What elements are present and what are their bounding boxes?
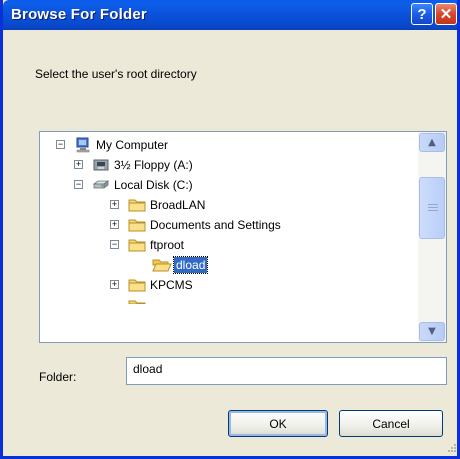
tree-item-label: KPCMS <box>150 278 193 292</box>
folder-input[interactable]: dload <box>126 357 447 385</box>
tree-item-label: My Computer <box>96 138 169 152</box>
tree-item-label: Local Disk (C:) <box>114 178 193 192</box>
tree-item-ftproot[interactable]: − ftproot <box>40 235 418 255</box>
collapse-icon[interactable]: − <box>110 240 119 249</box>
ok-button[interactable]: OK <box>228 410 328 437</box>
tree-item-label: dload <box>172 256 209 274</box>
cancel-button[interactable]: Cancel <box>339 410 443 437</box>
folder-tree[interactable]: − My Computer + 3½ Floppy (A:) − Local D… <box>39 131 447 343</box>
collapse-icon[interactable]: − <box>74 180 83 189</box>
grip-line <box>428 204 438 205</box>
dialog-prompt: Select the user's root directory <box>35 67 197 81</box>
expand-icon[interactable]: + <box>110 220 119 229</box>
folder-icon <box>128 237 146 253</box>
resize-grip-icon[interactable] <box>443 440 457 454</box>
chevron-up-icon: ▲ <box>428 137 436 148</box>
tree-item-label: Documents and Settings <box>150 218 281 232</box>
title-bar[interactable]: Browse For Folder ? ✕ <box>3 0 457 30</box>
tree-item-label: 3½ Floppy (A:) <box>114 158 193 172</box>
computer-icon <box>74 137 92 153</box>
expand-icon[interactable]: + <box>110 280 119 289</box>
scroll-down-button[interactable]: ▼ <box>419 322 445 341</box>
tree-item-label: ftproot <box>150 238 185 252</box>
tree-item-documents-and-settings[interactable]: + Documents and Settings <box>40 215 418 235</box>
help-button[interactable]: ? <box>411 3 433 25</box>
scroll-up-button[interactable]: ▲ <box>419 133 445 152</box>
grip-line <box>428 207 438 208</box>
tree-vertical-scrollbar[interactable]: ▲ ▼ <box>418 132 446 342</box>
close-button[interactable]: ✕ <box>435 3 457 25</box>
folder-tree-viewport: − My Computer + 3½ Floppy (A:) − Local D… <box>40 132 418 342</box>
folder-icon <box>128 197 146 213</box>
collapse-icon[interactable]: − <box>56 140 65 149</box>
folder-label: Folder: <box>39 370 77 384</box>
scroll-thumb[interactable] <box>419 177 445 239</box>
tree-item-local-disk[interactable]: − Local Disk (C:) <box>40 175 418 195</box>
hard-disk-icon <box>92 177 110 193</box>
chevron-down-icon: ▼ <box>428 326 436 337</box>
tree-item-dload[interactable]: dload <box>40 255 418 275</box>
expand-icon[interactable]: + <box>74 160 83 169</box>
grip-line <box>428 210 438 211</box>
tree-item-partial <box>40 295 418 315</box>
tree-item-my-computer[interactable]: − My Computer <box>40 135 418 155</box>
open-folder-icon <box>152 257 172 273</box>
window-title: Browse For Folder <box>11 6 147 23</box>
folder-icon <box>128 293 146 309</box>
close-icon: ✕ <box>439 6 453 23</box>
floppy-drive-icon <box>92 157 110 173</box>
browse-for-folder-dialog: Browse For Folder ? ✕ Select the user's … <box>0 0 460 459</box>
tree-item-floppy[interactable]: + 3½ Floppy (A:) <box>40 155 418 175</box>
help-icon: ? <box>417 5 427 23</box>
folder-icon <box>128 217 146 233</box>
folder-icon <box>128 277 146 293</box>
expand-icon[interactable]: + <box>110 200 119 209</box>
tree-item-kpcms[interactable]: + KPCMS <box>40 275 418 295</box>
tree-item-broadlan[interactable]: + BroadLAN <box>40 195 418 215</box>
tree-item-label: BroadLAN <box>150 198 206 212</box>
